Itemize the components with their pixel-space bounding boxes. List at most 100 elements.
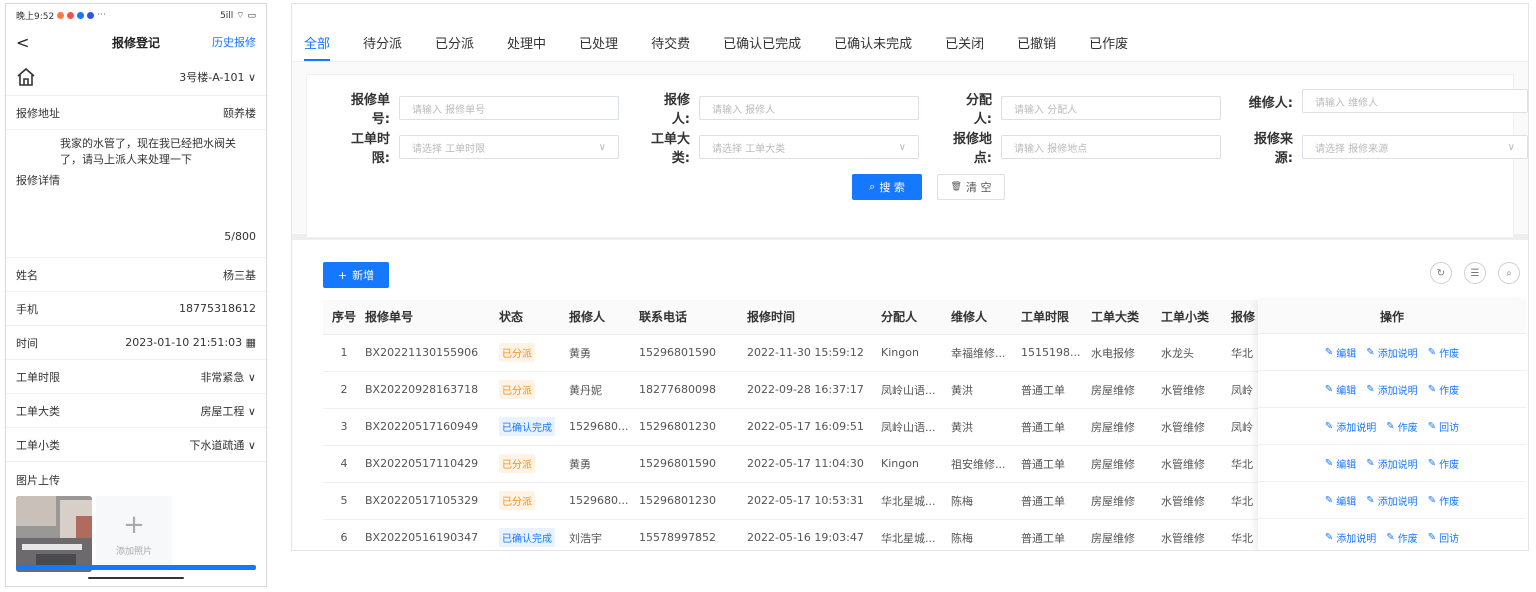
column-header[interactable]: 工单小类 [1161,300,1231,335]
house-selector[interactable]: 3号楼-A-101 ∨ [6,58,266,96]
cell-tel: 15296801230 [639,482,747,520]
repairer-input[interactable]: 请输入 维修人 [1302,89,1528,113]
assigner-input[interactable]: 请输入 分配人 [1001,96,1221,120]
name-row[interactable]: 姓名 杨三基 [6,258,266,292]
source-select[interactable]: 请选择 报修来源 ∨ [1302,135,1528,159]
column-header[interactable]: 序号 [323,300,365,335]
detail-textarea[interactable]: 我家的水管了，现在我已经把水阀关了，请马上派人来处理一下 报修详情 5/800 [6,130,266,258]
column-header[interactable]: 报修人 [569,300,639,335]
subcategory-value[interactable]: 下水道疏通 ∨ [189,437,256,453]
phone-value[interactable]: 18775318612 [179,302,256,315]
op-link[interactable]: ✎ 添加说明 [1325,530,1376,545]
location-label: 报修地点: [952,132,992,166]
add-photo-button[interactable]: + 添加照片 [96,496,172,572]
add-button[interactable]: + 新增 [323,262,389,288]
tab-9[interactable]: 已撤销 [1017,4,1056,62]
phone-row[interactable]: 手机 18775318612 [6,292,266,326]
column-header[interactable]: 分配人 [881,300,951,335]
op-link[interactable]: ✎ 添加说明 [1366,382,1417,397]
table-row[interactable]: 6 BX20220516190347 已确认完成 刘浩宇 15578997852 2022… [323,519,1261,550]
category-row[interactable]: 工单大类 房屋工程 ∨ [6,394,266,428]
op-link[interactable]: ✎ 添加说明 [1366,493,1417,508]
clear-button[interactable]: 🗑 清 空 [937,174,1005,200]
op-link[interactable]: ✎ 作废 [1428,382,1459,397]
tab-4[interactable]: 已处理 [579,4,618,62]
reporter-input[interactable]: 请输入 报修人 [699,96,919,120]
op-link[interactable]: ✎ 作废 [1386,419,1417,434]
time-value[interactable]: 2023-01-10 21:51:03 ▦ [125,336,256,349]
plus-icon: + [123,509,145,540]
status-cell: 已分派 [499,445,569,483]
column-header[interactable]: 维修人 [951,300,1021,335]
tab-8[interactable]: 已关闭 [945,4,984,62]
search-button[interactable]: ⌕ 搜 索 [852,174,922,200]
op-link[interactable]: ✎ 编辑 [1325,456,1356,471]
op-link[interactable]: ✎ 作废 [1428,493,1459,508]
trash-icon: 🗑 [950,182,962,192]
op-link[interactable]: ✎ 作废 [1428,456,1459,471]
submit-button[interactable] [16,565,256,570]
cell-assigner: Kingon [881,334,951,372]
uploaded-photo[interactable] [16,496,92,572]
cell-assigner: Kingon [881,445,951,483]
op-link[interactable]: ✎ 添加说明 [1325,419,1376,434]
op-link[interactable]: ✎ 编辑 [1325,493,1356,508]
house-select-value[interactable]: 3号楼-A-101 ∨ [179,69,256,85]
column-header[interactable]: 状态 [499,300,569,335]
detail-text[interactable]: 我家的水管了，现在我已经把水阀关了，请马上派人来处理一下 [16,136,256,168]
column-header[interactable]: 联系电话 [639,300,747,335]
table-row[interactable]: 5 BX20220517105329 已分派 1529680... 1529680123… [323,482,1261,520]
name-value[interactable]: 杨三基 [223,267,256,283]
table-row[interactable]: 2 BX20220928163718 已分派 黄丹妮 18277680098 2022-0… [323,371,1261,409]
category-value[interactable]: 房屋工程 ∨ [200,403,256,419]
refresh-icon[interactable]: ↻ [1430,262,1452,284]
tab-3[interactable]: 处理中 [507,4,546,62]
op-link[interactable]: ✎ 添加说明 [1366,456,1417,471]
time-limit-select[interactable]: 请选择 工单时限 ∨ [399,135,619,159]
table-row[interactable]: 1 BX20221130155906 已分派 黄勇 15296801590 2022-11… [323,334,1261,372]
tab-1[interactable]: 待分派 [363,4,402,62]
search-icon[interactable]: ⌕ [1498,262,1520,284]
location-input[interactable]: 请输入 报修地点 [1001,135,1221,159]
op-label: 添加说明 [1377,496,1418,508]
tab-5[interactable]: 待交费 [651,4,690,62]
op-link[interactable]: ✎ 回访 [1428,530,1459,545]
table-row[interactable]: 4 BX20220517110429 已分派 黄勇 15296801590 2022-05… [323,445,1261,483]
signal-wifi-battery-icon: 5ill ⌔ ▭ [220,10,256,21]
column-header[interactable]: 工单大类 [1091,300,1161,335]
tab-2[interactable]: 已分派 [435,4,474,62]
tab-7[interactable]: 已确认未完成 [834,4,912,62]
category-label: 工单大类 [16,404,60,418]
cell-reporter: 1529680... [569,482,639,520]
operations-row: ✎ 编辑 ✎ 添加说明 ✎ 作废 [1258,371,1526,408]
search-form: 报修单号: 请输入 报修单号 报修人: 请输入 报修人 分配人: 请输入 分配人… [306,74,1528,238]
assigner-label: 分配人: [965,93,992,127]
cell-repairer: 祖安维修... [951,445,1021,483]
back-button[interactable]: < [16,33,46,52]
tab-6[interactable]: 已确认已完成 [723,4,801,62]
column-header[interactable]: 工单时限 [1021,300,1091,335]
time-limit-row[interactable]: 工单时限 非常紧急 ∨ [6,360,266,394]
tab-10[interactable]: 已作废 [1089,4,1128,62]
op-link[interactable]: ✎ 作废 [1428,345,1459,360]
time-row[interactable]: 时间 2023-01-10 21:51:03 ▦ [6,326,266,360]
column-header[interactable]: 报修 [1231,300,1261,335]
column-header[interactable]: 报修单号 [365,300,499,335]
category-select[interactable]: 请选择 工单大类 ∨ [699,135,919,159]
order-no-input[interactable]: 请输入 报修单号 [399,96,619,120]
table-row[interactable]: 3 BX20220517160949 已确认完成 1529680... 15296801… [323,408,1261,446]
cell-limit: 普通工单 [1021,482,1091,520]
history-link[interactable]: 历史报修 [212,34,256,50]
op-label: 添加说明 [1377,459,1418,471]
op-link[interactable]: ✎ 编辑 [1325,345,1356,360]
filter-icon[interactable]: ☰ [1464,262,1486,284]
time-limit-value[interactable]: 非常紧急 ∨ [200,369,256,385]
op-link[interactable]: ✎ 添加说明 [1366,345,1417,360]
op-link[interactable]: ✎ 回访 [1428,419,1459,434]
op-link[interactable]: ✎ 编辑 [1325,382,1356,397]
subcategory-row[interactable]: 工单小类 下水道疏通 ∨ [6,428,266,462]
tab-0[interactable]: 全部 [304,4,331,62]
op-link[interactable]: ✎ 作废 [1386,530,1417,545]
column-header[interactable]: 报修时间 [747,300,881,335]
op-label: 添加说明 [1336,533,1377,545]
